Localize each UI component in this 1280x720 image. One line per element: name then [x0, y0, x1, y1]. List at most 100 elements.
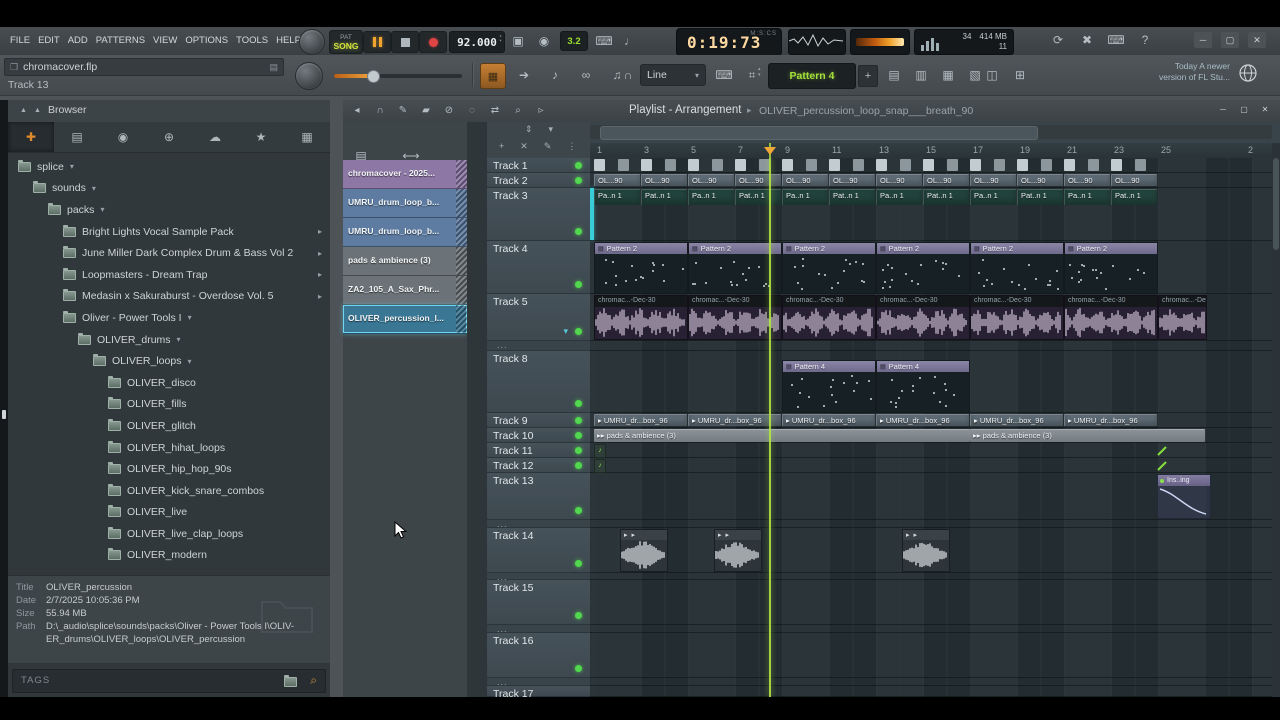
- mute-icon[interactable]: ◌: [464, 102, 480, 119]
- magnet-icon[interactable]: ∩: [618, 65, 638, 85]
- clip[interactable]: ♪: [594, 444, 606, 458]
- clip[interactable]: OL...90: [782, 174, 828, 186]
- close-button[interactable]: ✕: [1258, 103, 1272, 116]
- drag-handle[interactable]: [456, 305, 467, 333]
- clip[interactable]: [829, 159, 840, 171]
- clip[interactable]: [923, 159, 934, 171]
- step-edit-icon[interactable]: ▣: [508, 31, 528, 51]
- clip[interactable]: [1064, 159, 1075, 171]
- grid-2-icon[interactable]: ▥: [911, 65, 931, 85]
- clip[interactable]: [993, 159, 1005, 171]
- clip[interactable]: Pa..n 1: [876, 189, 922, 205]
- record-arm-dot[interactable]: [575, 328, 582, 335]
- main-pitch-knob[interactable]: [295, 62, 323, 90]
- picker-item[interactable]: ZA2_105_A_Sax_Phr...: [343, 276, 467, 305]
- clip[interactable]: [735, 159, 746, 171]
- clip[interactable]: OL...90: [688, 174, 734, 186]
- snap-dropdown[interactable]: Line ▾: [640, 64, 706, 86]
- keyboard-icon[interactable]: ⌨: [714, 65, 734, 85]
- add-icon[interactable]: +: [499, 141, 504, 152]
- track-header[interactable]: Track 5 ▾: [487, 294, 590, 341]
- play-icon[interactable]: ▸: [718, 532, 722, 539]
- picker-item[interactable]: OLIVER_percussion_l...: [343, 305, 467, 334]
- pencil-icon[interactable]: ✎: [544, 141, 552, 152]
- record-arm-dot[interactable]: [575, 228, 582, 235]
- tree-item[interactable]: splice ▾: [8, 156, 330, 178]
- play-icon[interactable]: ▸: [906, 532, 910, 539]
- track-header[interactable]: Track 17: [487, 686, 590, 697]
- track-header[interactable]: Track 8: [487, 351, 590, 413]
- audio-clip[interactable]: chromac...-Dec-30: [876, 295, 970, 340]
- clip[interactable]: Pa..n 1: [970, 189, 1016, 205]
- clip[interactable]: [852, 159, 864, 171]
- collapsed-panel-strip[interactable]: [0, 100, 8, 697]
- drag-handle[interactable]: [456, 218, 467, 246]
- main-volume-slider[interactable]: [334, 70, 462, 83]
- draw-icon[interactable]: ✎: [395, 102, 411, 119]
- automation-clip-mini[interactable]: [1156, 444, 1168, 457]
- clip[interactable]: [641, 159, 652, 171]
- clip[interactable]: Pa..n 1: [782, 189, 828, 205]
- tree-item[interactable]: Bright Lights Vocal Sample Pack ▸: [8, 221, 330, 243]
- scrollbar-thumb[interactable]: [1273, 158, 1279, 250]
- play-icon[interactable]: ▸: [726, 532, 730, 539]
- picker-item[interactable]: UMRU_drum_loop_b...: [343, 218, 467, 247]
- samples-tab[interactable]: ◉: [100, 122, 146, 152]
- track-header[interactable]: Track 14: [487, 528, 590, 573]
- picker-item[interactable]: chromacover - 2025...: [343, 160, 467, 189]
- menu-patterns[interactable]: PATTERNS: [92, 27, 149, 55]
- track-spacer[interactable]: ...: [487, 678, 590, 687]
- tree-item[interactable]: OLIVER_hihat_loops: [8, 437, 330, 459]
- clip[interactable]: ▸ UMRU_dr...box_96: [1064, 414, 1157, 426]
- tree-item[interactable]: OLIVER_hip_hop_90s: [8, 458, 330, 480]
- clip[interactable]: ▸ UMRU_dr...box_96: [876, 414, 969, 426]
- tags-bar[interactable]: TAGS ⌕: [12, 669, 326, 693]
- plugins-tab[interactable]: ✚: [8, 122, 54, 152]
- up-level-icon[interactable]: ▲: [34, 107, 41, 114]
- detach-arrow-icon[interactable]: ◂: [349, 102, 365, 119]
- shuffle-knob[interactable]: [299, 29, 325, 55]
- track-spacer[interactable]: ...: [487, 520, 590, 529]
- minimize-button[interactable]: ─: [1216, 103, 1230, 116]
- cloud-tab[interactable]: ☁: [192, 122, 238, 152]
- tree-item[interactable]: Medasin x Sakuraburst - Overdose Vol. 5 ▸: [8, 286, 330, 308]
- clip[interactable]: Pat..n 1: [829, 189, 875, 205]
- stop-button[interactable]: [391, 31, 419, 53]
- clip[interactable]: OL...90: [1111, 174, 1157, 186]
- panic-icon[interactable]: ✖: [1077, 30, 1097, 50]
- maximize-button[interactable]: ▢: [1221, 32, 1239, 48]
- pattern-clip[interactable]: ▤ Pattern 2: [688, 242, 782, 294]
- clip[interactable]: OL...90: [1017, 174, 1063, 186]
- track-header[interactable]: Track 1: [487, 158, 590, 173]
- automation-clip-mini[interactable]: [1156, 459, 1168, 472]
- clip[interactable]: Pa..n 1: [688, 189, 734, 205]
- online-tab[interactable]: ⊕: [146, 122, 192, 152]
- record-arm-dot[interactable]: [575, 176, 582, 184]
- note-icon[interactable]: ♪: [545, 65, 565, 85]
- record-arm-dot[interactable]: [575, 400, 582, 407]
- pattern-clip[interactable]: ▤ Pattern 2: [594, 242, 688, 294]
- tree-item[interactable]: Oliver - Power Tools I ▾: [8, 307, 330, 329]
- clip[interactable]: [664, 159, 676, 171]
- pattern-selector[interactable]: Pattern 4: [768, 63, 856, 89]
- scrollbar-thumb[interactable]: [600, 126, 1038, 140]
- track-header[interactable]: Track 16: [487, 633, 590, 678]
- project-tab[interactable]: ▤: [54, 122, 100, 152]
- metronome-icon[interactable]: ♩: [620, 31, 640, 51]
- globe-icon[interactable]: [1238, 63, 1258, 83]
- close-button[interactable]: ✕: [1248, 32, 1266, 48]
- add-pattern-button[interactable]: +: [858, 65, 878, 87]
- chevron-down-icon[interactable]: ▾: [549, 124, 554, 135]
- tree-item[interactable]: OLIVER_modern: [8, 545, 330, 567]
- vertical-zoom-icon[interactable]: ⇕: [525, 124, 533, 135]
- picker-panel-icon[interactable]: ◫: [982, 65, 1002, 85]
- collapse-all-icon[interactable]: ▲: [20, 107, 27, 114]
- grid-3-icon[interactable]: ▦: [938, 65, 958, 85]
- clip[interactable]: [1134, 159, 1146, 171]
- record-arm-dot[interactable]: [575, 461, 582, 469]
- delete-icon[interactable]: ⊘: [441, 102, 457, 119]
- clip[interactable]: ▸ UMRU_dr...box_96: [594, 414, 687, 426]
- clip[interactable]: Pat..n 1: [923, 189, 969, 205]
- tempo-spinner-icon[interactable]: ▴ ▾: [499, 34, 502, 44]
- wait-input-icon[interactable]: ◉: [534, 31, 554, 51]
